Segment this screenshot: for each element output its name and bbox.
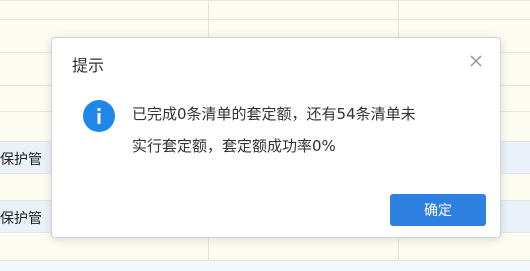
table-row (0, 260, 530, 271)
confirm-button[interactable]: 确定 (390, 194, 486, 226)
message-line: 实行套定额，套定额成功率0% (132, 137, 336, 155)
dialog-message: 已完成0条清单的套定额，还有54条清单未 实行套定额，套定额成功率0% (132, 98, 472, 162)
row-label: 保护管 (0, 152, 42, 168)
info-icon (83, 100, 115, 132)
table-row (0, 0, 530, 20)
message-line: 已完成0条清单的套定额，还有54条清单未 (132, 105, 416, 123)
close-icon[interactable] (468, 53, 484, 69)
dialog-title: 提示 (72, 56, 105, 75)
row-label: 保护管 (0, 211, 42, 227)
alert-dialog: 提示 已完成0条清单的套定额，还有54条清单未 实行套定额，套定额成功率0% 确… (51, 37, 501, 238)
